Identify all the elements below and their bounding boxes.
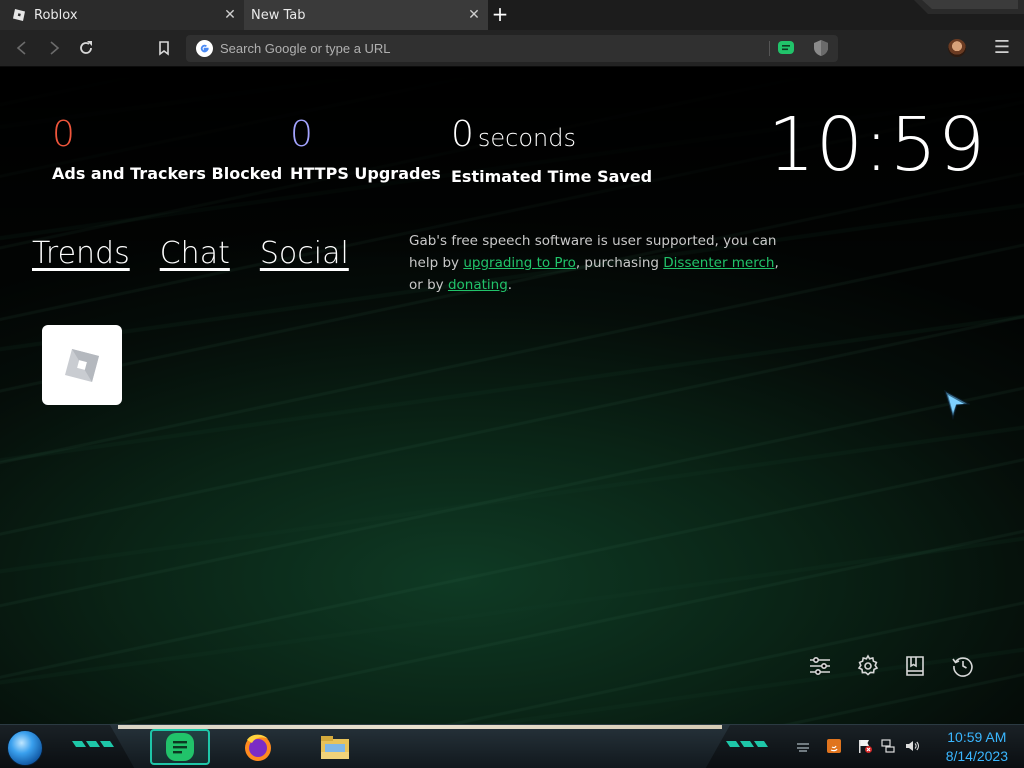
taskbar-time: 10:59 AM xyxy=(947,729,1007,745)
omnibox-input[interactable] xyxy=(220,38,740,59)
taskbar-panel-trim xyxy=(118,725,722,729)
chat-app-icon[interactable] xyxy=(163,730,197,764)
new-tab-button[interactable]: + xyxy=(489,4,511,26)
stat-value: 0 xyxy=(290,114,313,155)
customize-sliders-icon[interactable] xyxy=(808,654,832,678)
tab-strip: Roblox ✕ New Tab ✕ + xyxy=(0,0,1024,30)
show-hidden-icons-icon[interactable] xyxy=(795,738,811,754)
java-update-icon[interactable] xyxy=(826,738,842,754)
forward-arrow-icon[interactable] xyxy=(44,38,64,58)
stat-time-saved: 0 seconds Estimated Time Saved xyxy=(451,114,652,186)
stat-https-upgrades: 0 HTTPS Upgrades xyxy=(290,114,441,183)
omnibox[interactable] xyxy=(186,35,838,62)
mouse-cursor-icon xyxy=(944,390,970,420)
link-social[interactable]: Social xyxy=(260,236,349,271)
stat-value: 0 xyxy=(451,114,474,155)
action-center-flag-icon[interactable] xyxy=(857,738,873,754)
desktop-screen: Roblox ✕ New Tab ✕ + Search Google or ty… xyxy=(0,0,1024,768)
message-text: . xyxy=(507,277,513,293)
start-button[interactable] xyxy=(7,730,43,766)
link-chat[interactable]: Chat xyxy=(160,236,230,271)
profile-avatar[interactable] xyxy=(948,39,966,57)
link-trends[interactable]: Trends xyxy=(32,236,130,271)
stat-value: 0 xyxy=(52,114,75,155)
upgrade-pro-link[interactable]: upgrading to Pro xyxy=(463,255,576,271)
omnibox-divider xyxy=(769,41,770,56)
tab-title: New Tab xyxy=(251,7,306,23)
roblox-logo-icon xyxy=(65,349,99,382)
google-g-icon xyxy=(196,40,213,57)
taskbar-date: 8/14/2023 xyxy=(945,748,1008,764)
file-explorer-icon[interactable] xyxy=(318,730,352,764)
support-message: Gab's free speech software is user suppo… xyxy=(409,230,789,296)
network-icon[interactable] xyxy=(880,738,896,754)
tab-new-tab[interactable]: New Tab ✕ xyxy=(244,0,488,30)
settings-gear-icon[interactable] xyxy=(856,654,880,678)
chat-extension-icon[interactable] xyxy=(777,39,795,57)
top-site-tile-roblox[interactable] xyxy=(42,325,122,405)
bookmarks-icon[interactable] xyxy=(903,654,927,678)
gab-links: Trends Chat Social xyxy=(32,236,349,271)
new-tab-page: 0 Ads and Trackers Blocked 0 HTTPS Upgra… xyxy=(0,68,1024,724)
menu-icon[interactable]: ☰ xyxy=(993,37,1011,59)
taskbar-clock[interactable]: 10:59 AM 8/14/2023 xyxy=(946,728,1008,766)
bookmark-icon[interactable] xyxy=(154,38,174,58)
shield-icon[interactable] xyxy=(812,39,830,57)
tab-close-icon[interactable]: ✕ xyxy=(464,7,484,23)
taskbar-decoration xyxy=(72,741,114,747)
message-text: , purchasing xyxy=(575,255,664,271)
back-arrow-icon[interactable] xyxy=(12,38,32,58)
stat-label: HTTPS Upgrades xyxy=(290,164,441,183)
volume-icon[interactable] xyxy=(904,738,920,754)
tab-title: Roblox xyxy=(34,7,78,23)
firefox-icon[interactable] xyxy=(241,730,275,764)
tab-close-icon[interactable]: ✕ xyxy=(220,7,240,23)
taskbar-decoration xyxy=(726,741,768,747)
tab-roblox[interactable]: Roblox ✕ xyxy=(0,0,244,30)
stat-label: Estimated Time Saved xyxy=(451,167,653,186)
reload-icon[interactable] xyxy=(76,38,96,58)
page-clock: 10:59 xyxy=(767,102,986,188)
merch-link[interactable]: Dissenter merch xyxy=(663,255,774,271)
window-frame-decoration xyxy=(914,0,1024,14)
stat-label: Ads and Trackers Blocked xyxy=(52,164,283,183)
history-icon[interactable] xyxy=(951,654,975,678)
donate-link[interactable]: donating xyxy=(448,277,508,293)
stat-ads-blocked: 0 Ads and Trackers Blocked xyxy=(52,114,282,183)
stat-unit: seconds xyxy=(477,124,577,152)
taskbar: 10:59 AM 8/14/2023 xyxy=(0,724,1024,768)
stat-value-row: 0 seconds xyxy=(451,114,652,159)
browser-toolbar: ☰ xyxy=(0,30,1024,67)
roblox-favicon-icon xyxy=(13,9,25,21)
